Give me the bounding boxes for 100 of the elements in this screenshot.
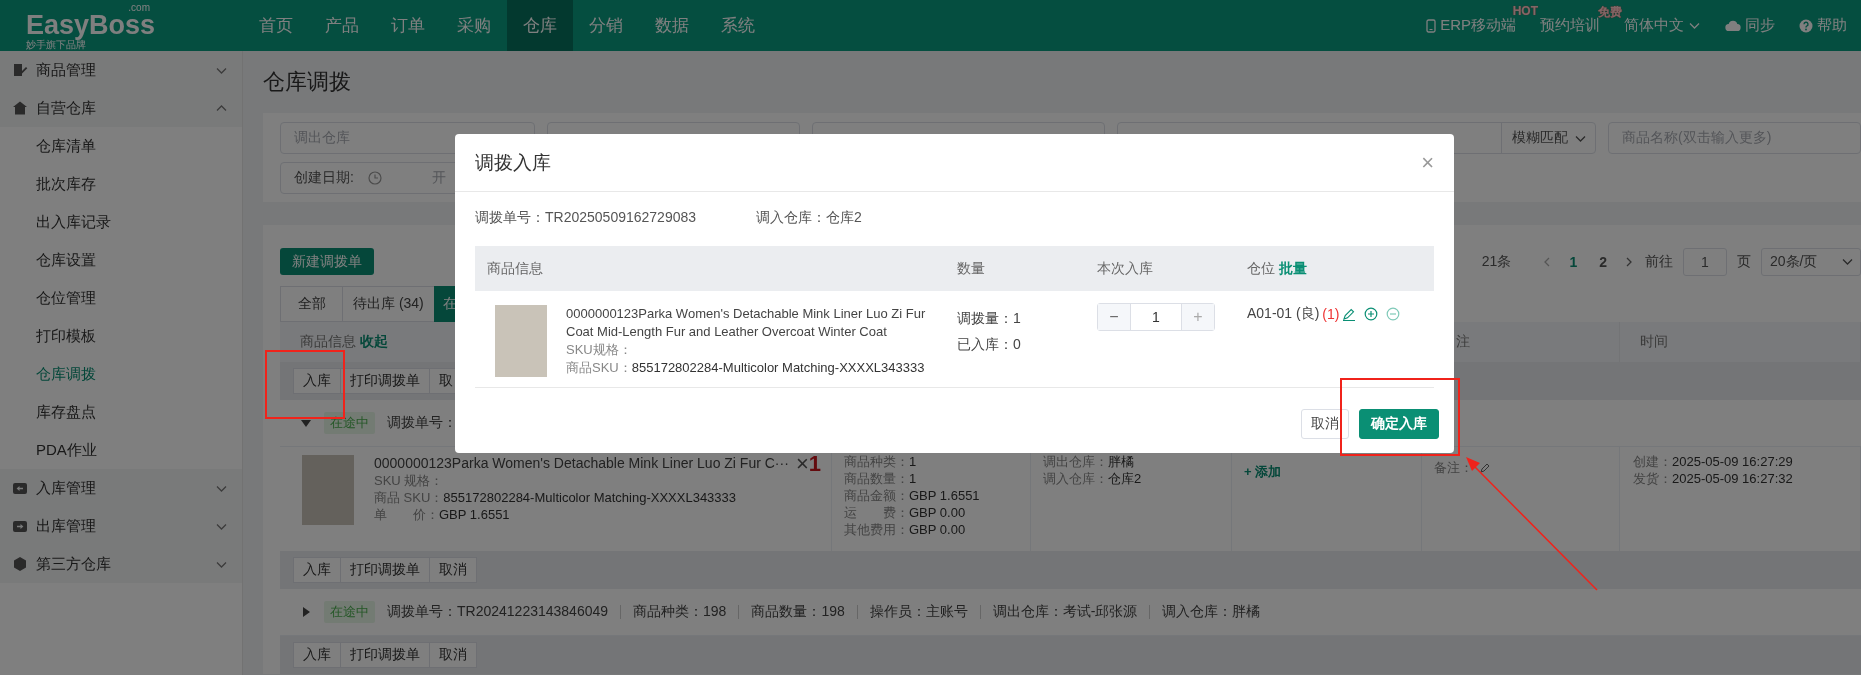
field-label: 商品数量： bbox=[844, 471, 909, 486]
cloud-icon bbox=[1725, 19, 1741, 32]
status-badge: 在途中 bbox=[324, 601, 375, 623]
nav-tab[interactable]: 订单 bbox=[375, 0, 441, 51]
caret-right-icon[interactable] bbox=[300, 606, 312, 618]
logo-tagline: 妙手旗下品牌 bbox=[26, 39, 86, 51]
field-value: 1 bbox=[909, 471, 917, 486]
topbar-link[interactable]: 同步 bbox=[1745, 16, 1775, 35]
column-header: 时间 bbox=[1640, 333, 1668, 351]
order-field: 操作员：主账号 bbox=[869, 603, 968, 621]
close-button[interactable]: × bbox=[1421, 151, 1434, 174]
logo-text: EasyBoss bbox=[26, 12, 156, 38]
action-button[interactable]: 打印调拨单 bbox=[340, 642, 430, 668]
column-header: 注 bbox=[1456, 333, 1470, 351]
help-icon bbox=[1799, 18, 1813, 33]
field-value: GBP 0.00 bbox=[909, 505, 966, 520]
collapse-link[interactable]: 收起 bbox=[360, 333, 388, 351]
box-arrow-right-icon bbox=[12, 518, 28, 534]
action-button[interactable]: 取消 bbox=[429, 557, 477, 583]
plus-circle-icon[interactable] bbox=[1364, 307, 1379, 321]
edit-document-icon bbox=[12, 62, 28, 78]
menu-item[interactable]: 仓库清单 bbox=[0, 127, 242, 165]
info-value: 仓库2 bbox=[826, 209, 862, 225]
menu-item[interactable]: 打印模板 bbox=[0, 317, 242, 355]
column-header: 商品信息 bbox=[300, 333, 356, 351]
menu-item[interactable]: 仓位管理 bbox=[0, 279, 242, 317]
photo-placeholder bbox=[495, 305, 547, 377]
confirm-button[interactable]: 确定入库 bbox=[1359, 409, 1439, 439]
field-label: 商品种类： bbox=[844, 454, 909, 469]
goto-label: 前往 bbox=[1645, 252, 1673, 271]
menu-item[interactable]: 仓库设置 bbox=[0, 241, 242, 279]
cancel-button[interactable]: 取消 bbox=[1301, 409, 1349, 439]
info-label: 调入仓库： bbox=[756, 209, 827, 225]
quantity-stepper[interactable]: − 1 + bbox=[1097, 303, 1215, 331]
topbar-link[interactable]: ERP移动端 bbox=[1440, 16, 1516, 35]
product-title: 0000000123Parka Women's Detachable Mink Liner Luo Zi Fur Coat Mid-Length Fur and Leather Overcoat Winter Coat bbox=[566, 305, 927, 341]
nav-tab[interactable]: 系统 bbox=[705, 0, 771, 51]
field-value: 仓库2 bbox=[1108, 471, 1142, 486]
nav-tab[interactable]: 分销 bbox=[573, 0, 639, 51]
nav-tab[interactable]: 采购 bbox=[441, 0, 507, 51]
field-value: GBP 1.6551 bbox=[909, 488, 980, 503]
photo-placeholder bbox=[302, 455, 354, 525]
field-value: 2025-05-09 16:27:29 bbox=[1672, 454, 1793, 469]
field-label: SKU规格： bbox=[566, 341, 633, 359]
page-size-select[interactable]: 20条/页 bbox=[1761, 247, 1861, 276]
field-label: SKU 规格： bbox=[374, 473, 444, 488]
menu-item[interactable]: 仓库调拨 bbox=[0, 355, 242, 393]
stepper-value: 1 bbox=[1151, 308, 1161, 327]
field-value: GBP 0.00 bbox=[909, 522, 966, 537]
field-label: 发货： bbox=[1633, 471, 1672, 486]
column-header: 仓位 bbox=[1247, 259, 1275, 278]
action-button[interactable]: 打印调拨单 bbox=[340, 557, 430, 583]
menu-item[interactable]: 库存盘点 bbox=[0, 393, 242, 431]
field-value: 1 bbox=[909, 454, 917, 469]
menu-item[interactable]: 出入库记录 bbox=[0, 203, 242, 241]
action-button[interactable]: 打印调拨单 bbox=[340, 368, 430, 394]
add-link[interactable]: + 添加 bbox=[1244, 453, 1282, 480]
nav-tab[interactable]: 数据 bbox=[639, 0, 705, 51]
topbar-link[interactable]: 简体中文 bbox=[1624, 16, 1684, 35]
nav-tab[interactable]: 首页 bbox=[243, 0, 309, 51]
action-button[interactable]: 入库 bbox=[293, 557, 341, 583]
house-icon bbox=[12, 100, 28, 116]
action-button[interactable]: 取消 bbox=[429, 642, 477, 668]
box-arrow-left-icon bbox=[12, 480, 28, 496]
order-field: 调拨单号： bbox=[387, 414, 457, 432]
pencil-icon[interactable] bbox=[1342, 307, 1357, 321]
field-value: 胖橘 bbox=[1108, 454, 1134, 469]
batch-link[interactable]: 批量 bbox=[1279, 259, 1307, 278]
pencil-icon[interactable] bbox=[1479, 461, 1491, 474]
page-number[interactable]: 2 bbox=[1593, 253, 1613, 270]
field-label: 运 费： bbox=[844, 505, 909, 520]
column-header: 商品信息 bbox=[487, 259, 543, 278]
minus-circle-icon[interactable] bbox=[1386, 307, 1401, 321]
page-input[interactable]: 1 bbox=[1683, 247, 1727, 276]
menu-item[interactable]: 批次库存 bbox=[0, 165, 242, 203]
order-field: 调入仓库：胖橘 bbox=[1162, 603, 1261, 621]
menu-item[interactable]: PDA作业 bbox=[0, 431, 242, 469]
column-header: 数量 bbox=[957, 259, 985, 278]
promo-label: 免费 bbox=[1598, 4, 1622, 19]
decrement-button[interactable]: − bbox=[1098, 304, 1131, 330]
caret-down-icon[interactable] bbox=[300, 417, 312, 429]
order-field: 商品种类：198 bbox=[633, 603, 727, 621]
field-label: 创建： bbox=[1633, 454, 1672, 469]
increment-button[interactable]: + bbox=[1181, 304, 1214, 330]
nav-tab[interactable]: 产品 bbox=[309, 0, 375, 51]
field-value: 855172802284-Multicolor Matching-XXXXL343333 bbox=[631, 360, 925, 375]
match-select[interactable]: 模糊匹配 bbox=[1501, 123, 1595, 153]
quantity-text: 已入库：0 bbox=[957, 335, 1022, 354]
page-number[interactable]: 1 bbox=[1563, 253, 1584, 270]
order-field: 商品数量：198 bbox=[751, 603, 845, 621]
action-button[interactable]: 入库 bbox=[293, 368, 341, 394]
phone-icon bbox=[1426, 18, 1437, 33]
field-value: 855172802284-Multicolor Matching-XXXXL343333 bbox=[443, 490, 737, 505]
order-field: 调出仓库：考试-邱张源 bbox=[992, 603, 1138, 621]
action-button[interactable]: 入库 bbox=[293, 642, 341, 668]
nav-tab[interactable]: 仓库 bbox=[507, 0, 573, 51]
new-transfer-button[interactable]: 新建调拨单 bbox=[280, 248, 374, 275]
topbar-link[interactable]: 帮助 bbox=[1817, 16, 1847, 35]
promo-label: HOT bbox=[1512, 4, 1538, 18]
quantity-text: 调拨量：1 bbox=[957, 309, 1022, 328]
